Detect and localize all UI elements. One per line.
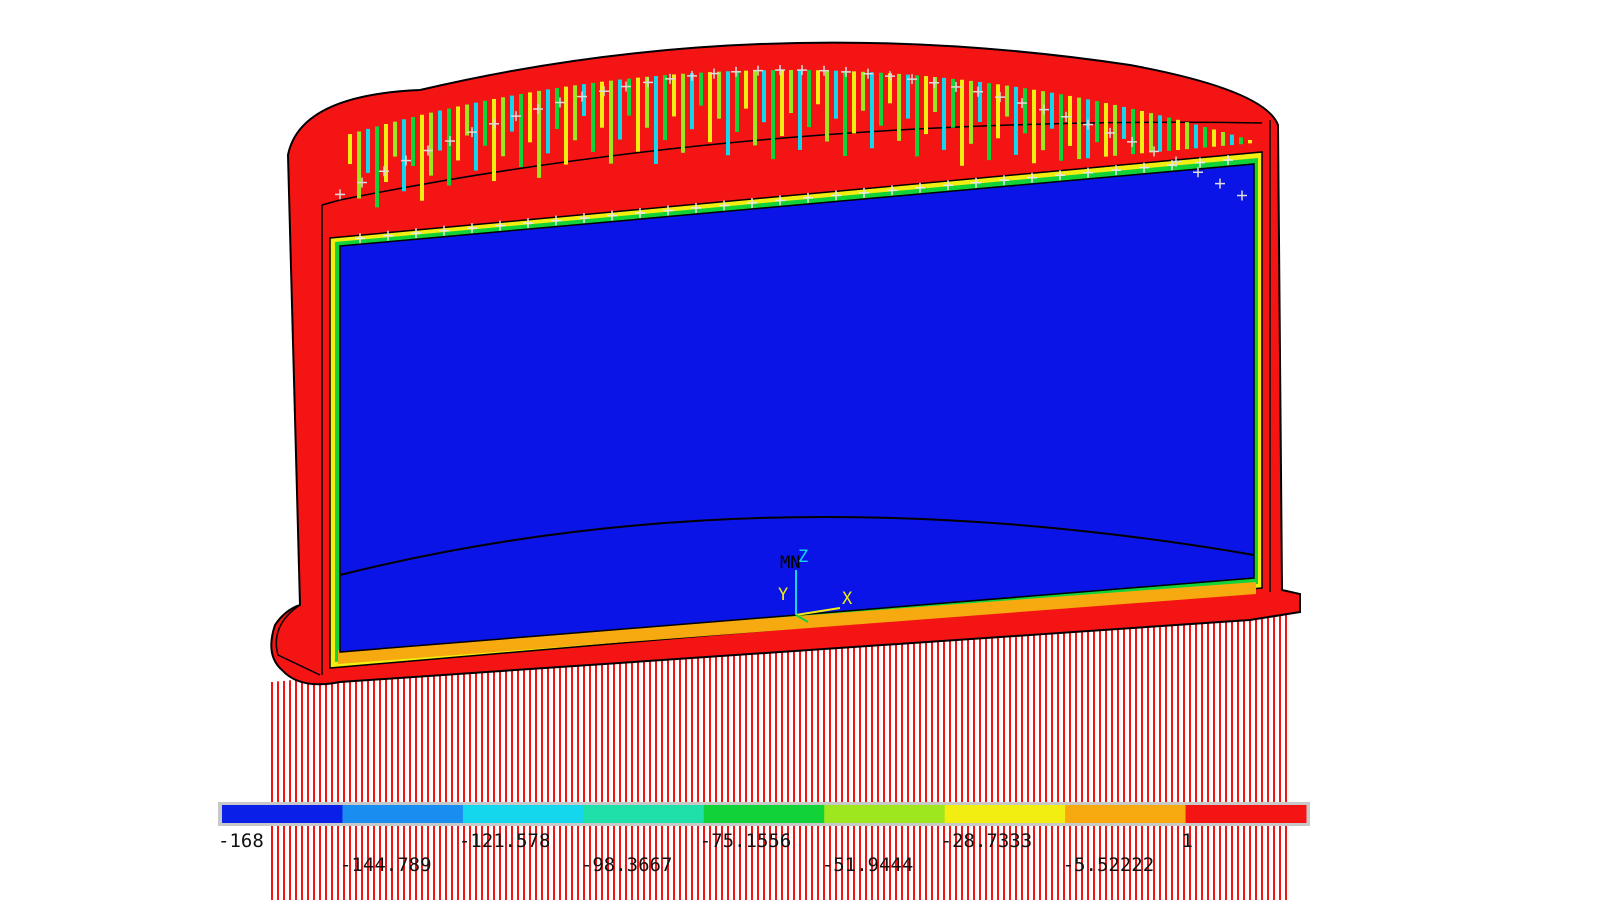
legend-swatch — [824, 805, 946, 823]
legend-swatch — [583, 805, 705, 823]
contour-plot: MN Z Y X -168 -121.578 -75.1556 -28.7333 1 -… — [218, 41, 1310, 900]
legend-label: -28.7333 — [941, 830, 1033, 852]
triad-z-label: Z — [798, 547, 808, 567]
legend-label: -168 — [218, 830, 264, 852]
legend-swatch — [222, 805, 343, 823]
legend-label: 1 — [1182, 830, 1193, 852]
triad-x-label: X — [842, 589, 853, 609]
legend-swatch — [1065, 805, 1187, 823]
legend-label: -121.578 — [459, 830, 551, 852]
legend-swatch — [1185, 805, 1307, 823]
legend-swatch — [342, 805, 464, 823]
legend-label: -144.789 — [340, 854, 432, 876]
legend-label: -5.52222 — [1063, 854, 1155, 876]
legend-label: -98.3667 — [581, 854, 673, 876]
legend-label: -51.9444 — [822, 854, 914, 876]
legend-swatch — [944, 805, 1066, 823]
triad-y-label: Y — [778, 585, 788, 605]
legend-swatch — [703, 805, 825, 823]
legend-swatch — [462, 805, 584, 823]
legend-label: -75.1556 — [700, 830, 792, 852]
